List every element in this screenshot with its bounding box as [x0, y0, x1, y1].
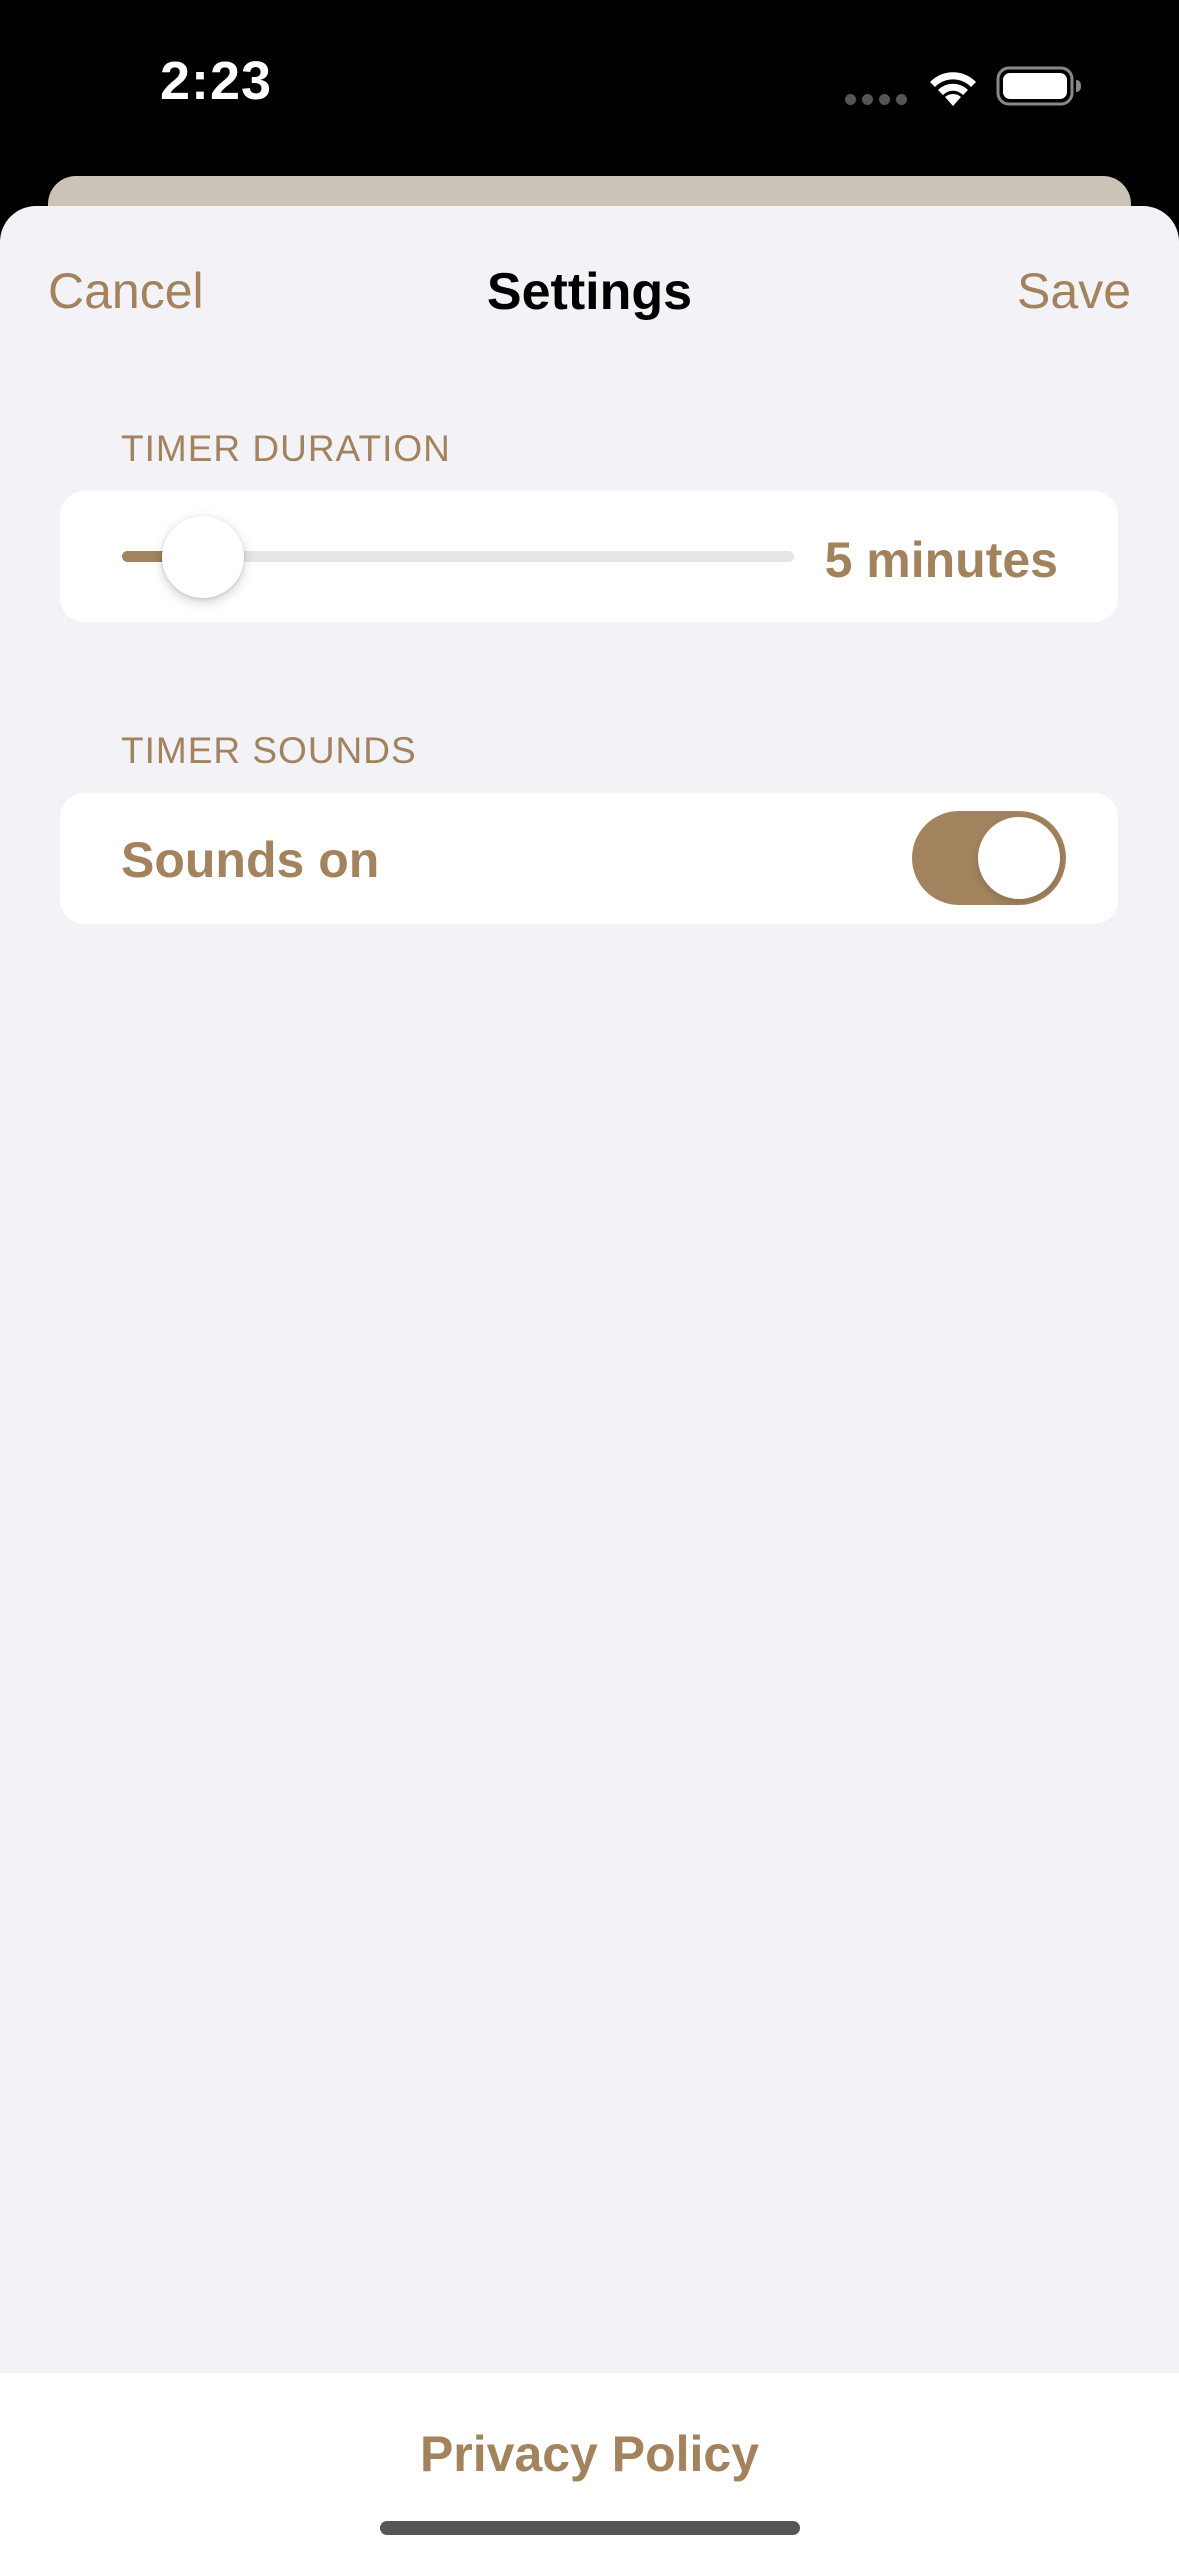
settings-sheet: Cancel Settings Save TIMER DURATION 5 mi… [0, 206, 1179, 2556]
status-bar: 2:23 [0, 0, 1179, 170]
signal-dots-icon [845, 94, 907, 105]
footer: Privacy Policy [0, 2373, 1179, 2556]
nav-bar: Cancel Settings Save [0, 206, 1179, 386]
timer-duration-slider[interactable] [122, 491, 794, 622]
battery-icon [996, 66, 1081, 106]
timer-sounds-card: Sounds on [60, 793, 1118, 924]
page-title: Settings [486, 263, 693, 321]
toggle-knob [978, 817, 1060, 899]
screen: 2:23 Cancel Settings Save TIMER DURATION [0, 0, 1179, 2556]
wifi-icon [930, 72, 976, 106]
privacy-policy-link[interactable]: Privacy Policy [0, 2425, 1179, 2483]
timer-duration-card: 5 minutes [60, 491, 1118, 622]
save-button[interactable]: Save [1017, 262, 1131, 320]
timer-duration-value: 5 minutes [824, 532, 1058, 588]
timer-duration-header: TIMER DURATION [121, 428, 451, 469]
timer-sounds-header: TIMER SOUNDS [121, 730, 417, 771]
status-time: 2:23 [160, 51, 273, 111]
sounds-toggle-label: Sounds on [121, 832, 380, 888]
slider-thumb[interactable] [161, 516, 244, 598]
sounds-toggle[interactable] [912, 811, 1066, 905]
home-indicator [380, 2521, 800, 2535]
